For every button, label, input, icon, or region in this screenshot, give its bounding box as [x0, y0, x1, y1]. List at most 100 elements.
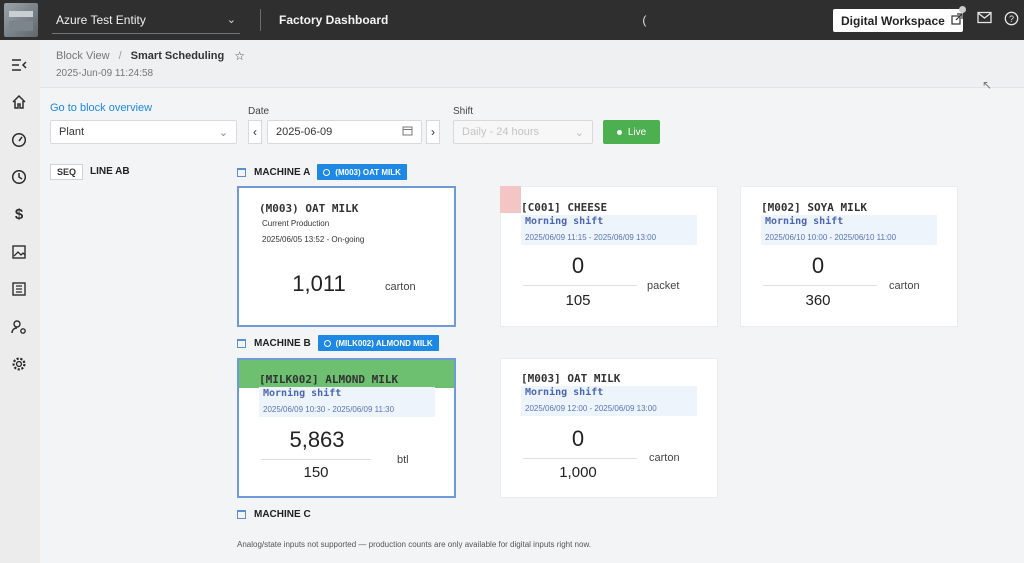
page-header: Block View / Smart Scheduling ☆ 2025-Jun…: [40, 40, 1024, 88]
count-divider: [261, 459, 371, 460]
target-count: 360: [805, 292, 831, 309]
card-subtitle: Current Production: [262, 219, 330, 228]
actual-count: 1,011: [292, 271, 346, 296]
clock-icon[interactable]: [10, 169, 28, 187]
user-settings-icon[interactable]: [10, 319, 28, 337]
sync-icon: [323, 339, 331, 347]
card-title: [M002] SOYA MILK: [761, 201, 867, 214]
date-label: Date: [248, 106, 270, 117]
home-icon[interactable]: [10, 94, 28, 112]
shift-box: Morning shift 2025/06/10 10:00 - 2025/06…: [761, 215, 937, 245]
shift-box: Morning shift 2025/06/09 10:30 - 2025/06…: [259, 387, 435, 417]
unit-label: carton: [649, 452, 680, 464]
current-product-tag-label: (M003) OAT MILK: [335, 167, 401, 177]
company-logo: [4, 3, 38, 37]
shift-name: Morning shift: [263, 388, 342, 399]
next-date-button[interactable]: ›: [426, 120, 440, 144]
production-card-scheduled[interactable]: [C001] CHEESE Morning shift 2025/06/09 1…: [500, 186, 718, 327]
shift-range: 2025/06/09 12:00 - 2025/06/09 13:00: [525, 404, 657, 413]
plant-select-value: Plant: [59, 126, 85, 138]
current-product-tag-label: (MILK002) ALMOND MILK: [335, 338, 433, 348]
mouse-cursor-icon: ↖: [982, 78, 993, 92]
line-name: LINE AB: [90, 166, 130, 177]
dollar-icon[interactable]: $: [10, 206, 28, 224]
mail-icon[interactable]: [977, 11, 992, 27]
machine-name: MACHINE A: [254, 166, 311, 178]
date-input[interactable]: 2025-06-09: [267, 120, 422, 144]
machine-c-header: MACHINE C: [237, 509, 311, 520]
footer-note: Analog/state inputs not supported — prod…: [237, 540, 591, 549]
breadcrumb: Block View / Smart Scheduling ☆: [56, 49, 245, 63]
actual-count: 5,863: [289, 427, 345, 452]
plant-select[interactable]: Plant ⌄: [50, 120, 237, 144]
external-link-icon: [951, 13, 963, 28]
speedometer-icon[interactable]: [10, 132, 28, 150]
card-status: 2025/06/05 13:52 - On-going: [262, 235, 365, 244]
card-title: [MILK002] ALMOND MILK: [259, 373, 399, 386]
breadcrumb-block-view[interactable]: Block View: [56, 50, 110, 62]
card-title: (M003) OAT MILK: [259, 202, 359, 215]
shift-name: Morning shift: [525, 216, 604, 227]
current-product-tag[interactable]: (M003) OAT MILK: [317, 164, 407, 180]
svg-text:?: ?: [1009, 14, 1014, 24]
status-marker: [500, 186, 521, 213]
production-card-scheduled[interactable]: [M002] SOYA MILK Morning shift 2025/06/1…: [740, 186, 958, 327]
digital-workspace-label: Digital Workspace: [841, 13, 945, 28]
target-count: 1,000: [559, 464, 597, 481]
production-card-running[interactable]: [MILK002] ALMOND MILK Morning shift 2025…: [237, 358, 456, 498]
target-count: 105: [565, 292, 591, 309]
actual-count: 0: [571, 253, 585, 278]
sidebar: $: [0, 40, 40, 563]
image-icon[interactable]: [10, 244, 28, 262]
count-divider: [523, 285, 637, 286]
calendar-icon: [237, 167, 246, 177]
actual-count: 0: [811, 253, 825, 278]
machine-b-header: MACHINE B (MILK002) ALMOND MILK: [237, 335, 439, 351]
star-icon[interactable]: ☆: [234, 49, 245, 63]
shift-name: Morning shift: [525, 387, 604, 398]
calendar-icon: [237, 510, 246, 519]
machine-a-header: MACHINE A (M003) OAT MILK: [237, 164, 407, 180]
help-icon[interactable]: ?: [1004, 11, 1019, 29]
shift-select[interactable]: Daily - 24 hours ⌄: [453, 120, 593, 144]
production-card-current[interactable]: (M003) OAT MILK Current Production 2025/…: [237, 186, 456, 327]
menu-collapse-icon[interactable]: [10, 58, 28, 76]
shift-name: Morning shift: [765, 216, 844, 227]
shift-select-placeholder: Daily - 24 hours: [462, 126, 540, 138]
actual-count: 0: [571, 426, 585, 451]
shift-box: Morning shift 2025/06/09 11:15 - 2025/06…: [521, 215, 697, 245]
chevron-down-icon: ⌄: [574, 126, 584, 139]
unit-label: carton: [889, 280, 920, 292]
current-product-tag[interactable]: (MILK002) ALMOND MILK: [317, 335, 439, 351]
live-button-label: Live: [627, 126, 647, 138]
count-divider: [763, 285, 877, 286]
stray-text: (: [642, 13, 647, 27]
shift-range: 2025/06/10 10:00 - 2025/06/10 11:00: [765, 233, 897, 242]
unit-label: btl: [397, 454, 409, 466]
live-button[interactable]: Live: [603, 120, 660, 144]
block-overview-link[interactable]: Go to block overview: [50, 102, 152, 114]
shift-box: Morning shift 2025/06/09 12:00 - 2025/06…: [521, 386, 697, 416]
card-title: [M003] OAT MILK: [521, 372, 621, 385]
page-timestamp: 2025-Jun-09 11:24:58: [56, 68, 154, 79]
digital-workspace-button[interactable]: Digital Workspace: [833, 9, 963, 32]
topbar-divider: [260, 9, 261, 31]
date-input-value: 2025-06-09: [276, 126, 333, 138]
previous-date-button[interactable]: ‹: [248, 120, 262, 144]
production-card-scheduled[interactable]: [M003] OAT MILK Morning shift 2025/06/09…: [500, 358, 718, 498]
shift-range: 2025/06/09 10:30 - 2025/06/09 11:30: [263, 405, 395, 414]
machine-name: MACHINE B: [254, 337, 311, 349]
breadcrumb-separator: /: [118, 50, 122, 62]
calendar-icon: [402, 125, 413, 139]
chevron-down-icon: ⌄: [218, 126, 228, 139]
report-icon[interactable]: [10, 281, 28, 299]
gear-icon[interactable]: [10, 356, 28, 374]
unit-label: packet: [647, 280, 680, 292]
entity-selector[interactable]: Azure Test Entity ⌄: [52, 6, 240, 34]
notification-dot: [959, 6, 966, 13]
seq-badge[interactable]: SEQ: [50, 164, 84, 180]
unit-label: carton: [385, 281, 416, 293]
calendar-icon: [237, 338, 246, 348]
machine-name: MACHINE C: [254, 509, 311, 520]
sync-icon: [323, 168, 331, 176]
